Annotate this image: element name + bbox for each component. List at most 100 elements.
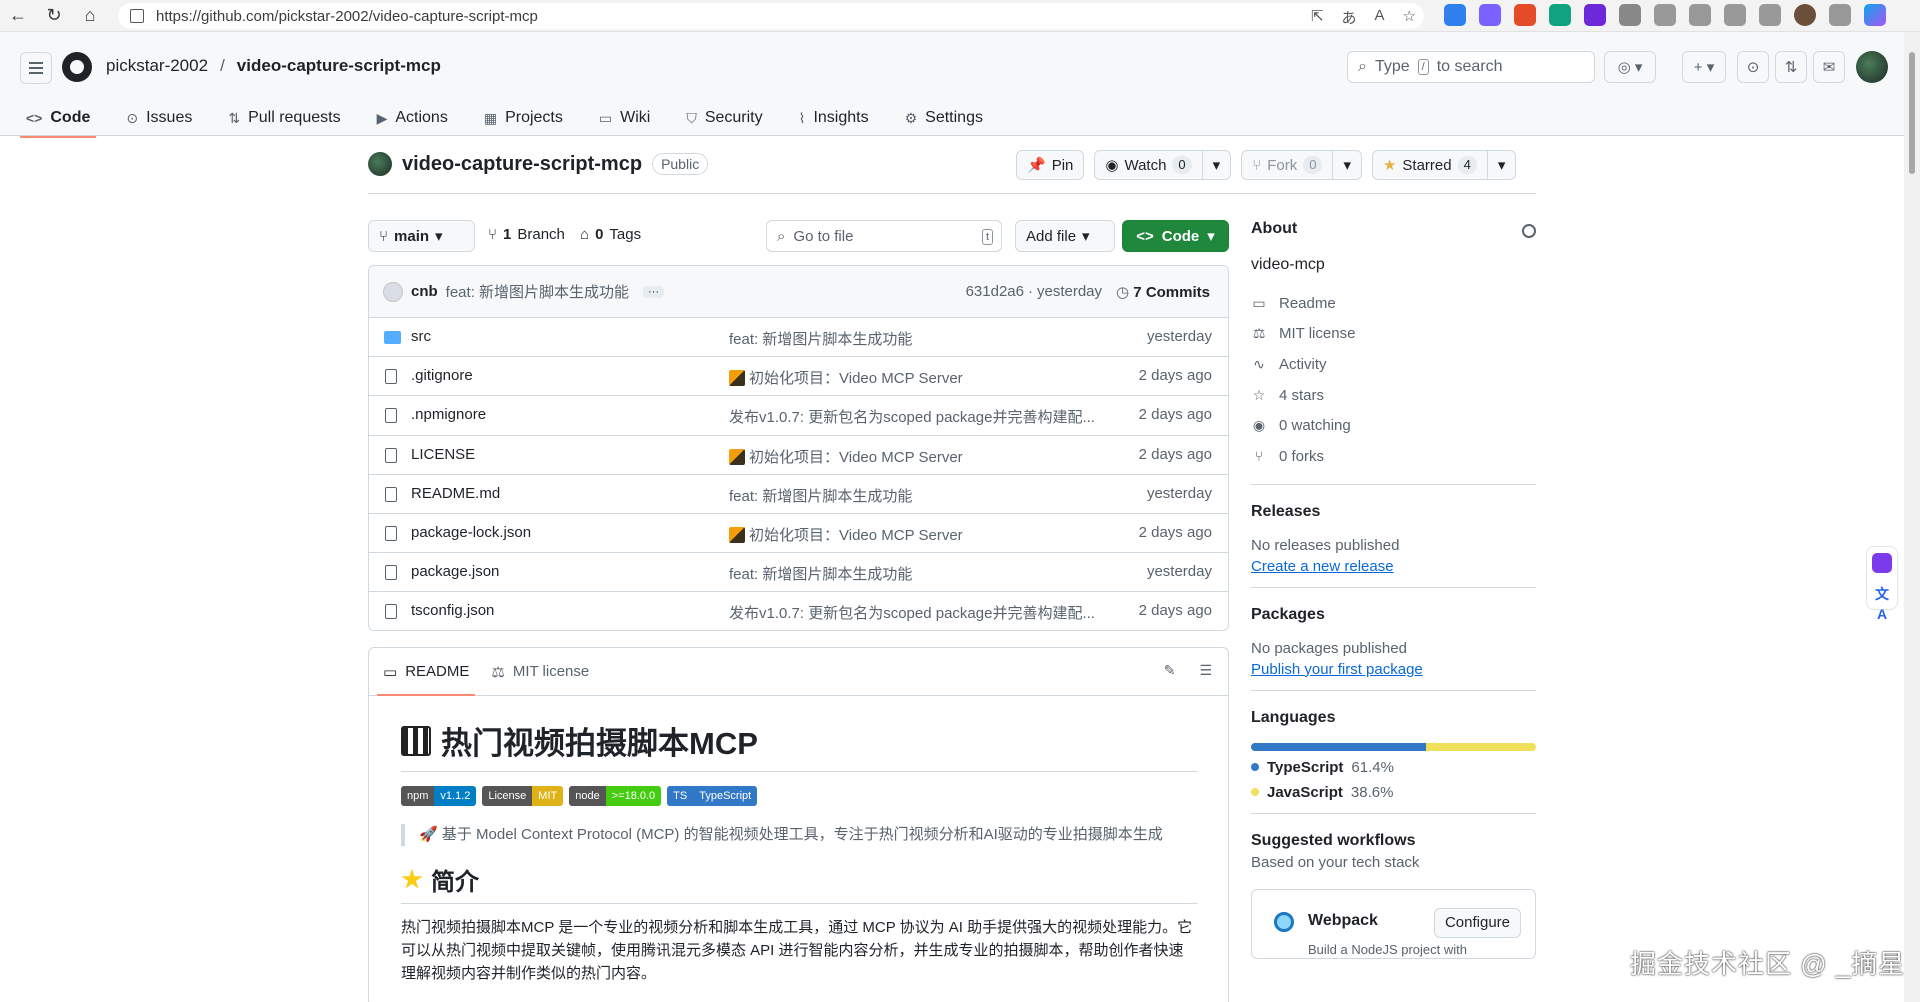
downloads-icon[interactable] [1724, 4, 1746, 26]
favorites-icon[interactable] [1654, 4, 1676, 26]
history-icon[interactable] [1689, 4, 1711, 26]
tab-security[interactable]: ⛉ Security [680, 102, 768, 134]
readme-badge[interactable]: node >=18.0.0 [569, 786, 662, 806]
branch-selector[interactable]: ⑂ main ▾ [368, 220, 475, 252]
create-new-button[interactable]: + ▾ [1682, 51, 1726, 83]
tab-wiki[interactable]: ▭ Wiki [593, 102, 656, 134]
tab-settings[interactable]: ⚙ Settings [899, 102, 989, 134]
issues-button[interactable]: ⊙ [1737, 51, 1769, 83]
file-name[interactable]: .npmignore [411, 406, 486, 423]
tab-readme[interactable]: ▭ README [376, 648, 476, 696]
file-commit-message[interactable]: feat: 新增图片脚本生成功能 [729, 328, 912, 349]
readme-badge[interactable]: TS TypeScript [667, 786, 758, 806]
language-item[interactable]: TypeScript 61.4% [1251, 759, 1536, 776]
expand-commit-button[interactable]: ··· [643, 285, 665, 298]
profile-avatar[interactable] [1794, 4, 1816, 26]
file-commit-message[interactable]: 初始化项目：Video MCP Server [729, 446, 963, 467]
translate-icon[interactable]: あ [1342, 7, 1357, 28]
file-commit-message[interactable]: 初始化项目：Video MCP Server [729, 367, 963, 388]
tab-projects[interactable]: ▦ Projects [478, 102, 569, 134]
star-dropdown-icon[interactable]: ▾ [1486, 151, 1516, 179]
read-aloud-icon[interactable]: A [1375, 7, 1385, 28]
about-item[interactable]: ∿ Activity [1251, 349, 1536, 380]
refresh-icon[interactable]: ↻ [36, 0, 72, 32]
tab-insights[interactable]: ⌇ Insights [793, 102, 875, 134]
html-extension-icon[interactable] [1514, 4, 1536, 26]
extensions-icon[interactable] [1619, 4, 1641, 26]
shield-extension-icon[interactable] [1444, 4, 1466, 26]
file-name[interactable]: src [411, 328, 431, 345]
page-scrollbar[interactable] [1904, 32, 1920, 1002]
user-avatar[interactable] [1856, 51, 1888, 83]
about-item[interactable]: ⚖ MIT license [1251, 319, 1536, 350]
favorite-star-icon[interactable]: ☆ [1403, 7, 1416, 28]
commit-message[interactable]: feat: 新增图片脚本生成功能 [446, 281, 629, 302]
tags-link[interactable]: ⌂ 0 Tags [580, 226, 641, 243]
file-name[interactable]: package.json [411, 563, 499, 580]
about-item[interactable]: ▭ Readme [1251, 288, 1536, 319]
language-item[interactable]: JavaScript 38.6% [1251, 784, 1536, 801]
configure-button[interactable]: Configure [1433, 907, 1521, 938]
open-in-app-icon[interactable]: ⇱ [1311, 7, 1324, 28]
packages-heading[interactable]: Packages [1251, 606, 1536, 624]
outline-list-icon[interactable]: ☰ [1199, 662, 1212, 679]
readme-badge[interactable]: npm v1.1.2 [401, 786, 477, 806]
file-commit-message[interactable]: 发布v1.0.7: 更新包名为scoped package并完善构建配... [729, 406, 1095, 427]
repo-owner-avatar[interactable] [368, 152, 392, 176]
tab-pull-requests[interactable]: ⇅ Pull requests [222, 102, 346, 134]
about-item[interactable]: ⑂ 0 forks [1251, 441, 1536, 472]
create-release-link[interactable]: Create a new release [1251, 558, 1536, 575]
watch-button[interactable]: ◉ Watch 0 ▾ [1094, 150, 1232, 180]
tab-license[interactable]: ⚖ MIT license [491, 648, 589, 696]
tab-code[interactable]: <> Code [20, 102, 97, 138]
readme-badge[interactable]: License MIT [482, 786, 564, 806]
file-row[interactable]: tsconfig.json 发布v1.0.7: 更新包名为scoped packa… [369, 592, 1228, 630]
file-commit-message[interactable]: 发布v1.0.7: 更新包名为scoped package并完善构建配... [729, 602, 1095, 623]
file-row[interactable]: src feat: 新增图片脚本生成功能 yesterday [369, 318, 1228, 358]
health-icon[interactable] [1759, 4, 1781, 26]
file-name[interactable]: package-lock.json [411, 524, 531, 541]
starred-button[interactable]: ★ Starred 4 ▾ [1371, 150, 1517, 180]
about-item[interactable]: ☆ 4 stars [1251, 380, 1536, 411]
search-input[interactable]: ⌕ Type / to search [1347, 51, 1595, 83]
file-name[interactable]: README.md [411, 485, 500, 502]
about-item[interactable]: ◉ 0 watching [1251, 410, 1536, 441]
add-file-button[interactable]: Add file ▾ [1015, 220, 1115, 252]
gear-icon[interactable] [1522, 224, 1536, 238]
pin-button[interactable]: 📌 Pin [1016, 150, 1085, 180]
back-icon[interactable]: ← [0, 0, 36, 32]
file-row[interactable]: .npmignore 发布v1.0.7: 更新包名为scoped package并… [369, 396, 1228, 436]
file-name[interactable]: tsconfig.json [411, 602, 494, 619]
home-icon[interactable]: ⌂ [72, 0, 108, 32]
file-commit-message[interactable]: 初始化项目：Video MCP Server [729, 524, 963, 545]
apps-extension-icon[interactable] [1479, 4, 1501, 26]
commit-author-avatar[interactable] [383, 281, 403, 302]
file-row[interactable]: package-lock.json 初始化项目：Video MCP Server 2… [369, 514, 1228, 554]
code-button[interactable]: <> Code ▾ [1122, 220, 1229, 252]
tab-actions[interactable]: ▶ Actions [371, 102, 454, 134]
file-name[interactable]: LICENSE [411, 446, 475, 463]
file-name[interactable]: .gitignore [411, 367, 473, 384]
file-commit-message[interactable]: feat: 新增图片脚本生成功能 [729, 485, 912, 506]
scrollbar-thumb[interactable] [1909, 52, 1915, 174]
file-row[interactable]: .gitignore 初始化项目：Video MCP Server 2 days a… [369, 357, 1228, 397]
repo-link[interactable]: video-capture-script-mcp [237, 56, 441, 76]
watch-dropdown-icon[interactable]: ▾ [1201, 151, 1231, 179]
file-row[interactable]: README.md feat: 新增图片脚本生成功能 yesterday [369, 475, 1228, 514]
owner-link[interactable]: pickstar-2002 [106, 56, 208, 76]
chat-extension-icon[interactable] [1584, 4, 1606, 26]
copilot-button[interactable]: ◎ ▾ [1604, 51, 1656, 83]
inbox-button[interactable]: ✉ [1813, 51, 1845, 83]
file-row[interactable]: LICENSE 初始化项目：Video MCP Server 2 days ago [369, 436, 1228, 475]
github-logo-icon[interactable] [62, 52, 92, 82]
more-menu-icon[interactable] [1829, 4, 1851, 26]
tab-issues[interactable]: ⊙ Issues [120, 102, 198, 134]
copilot-icon[interactable] [1864, 4, 1886, 26]
commit-hash[interactable]: 631d2a6 [966, 283, 1024, 301]
fork-dropdown-icon[interactable]: ▾ [1332, 151, 1361, 179]
file-commit-message[interactable]: feat: 新增图片脚本生成功能 [729, 563, 912, 584]
file-row[interactable]: package.json feat: 新增图片脚本生成功能 yesterday [369, 553, 1228, 593]
menu-icon[interactable] [20, 52, 52, 84]
releases-heading[interactable]: Releases [1251, 503, 1536, 521]
commits-link[interactable]: ◷ 7 Commits [1116, 283, 1210, 301]
